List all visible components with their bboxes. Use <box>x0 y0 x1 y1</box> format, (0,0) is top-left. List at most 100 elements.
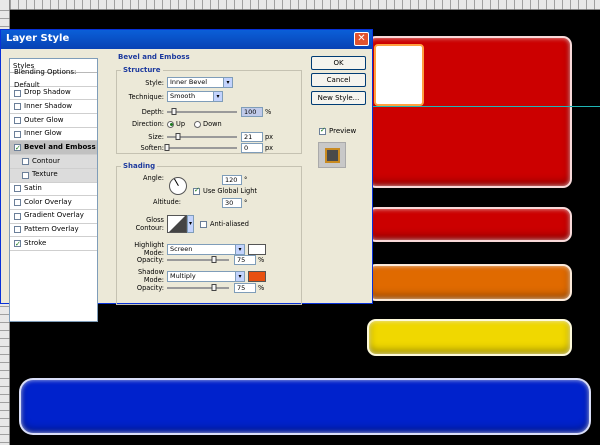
global-light-checkbox[interactable]: Use Global Light <box>193 186 257 195</box>
styles-list-item-label: Contour <box>32 156 60 165</box>
styles-list-item[interactable]: Inner Shadow <box>10 100 97 115</box>
white-square-shape <box>374 44 424 106</box>
highlight-opacity-label: Opacity: <box>136 256 164 264</box>
gloss-contour-label: Gloss Contour: <box>135 216 164 232</box>
panel-title: Bevel and Emboss <box>118 53 190 61</box>
structure-title: Structure <box>121 66 163 74</box>
shadow-opacity-input[interactable]: 75 <box>234 283 256 293</box>
chevron-down-icon: ▾ <box>223 78 232 87</box>
direction-up-radio[interactable]: Up <box>167 120 185 128</box>
angle-dial[interactable] <box>169 177 187 195</box>
styles-list-item-label: Pattern Overlay <box>24 225 79 234</box>
size-slider[interactable] <box>167 133 237 140</box>
highlight-opacity-knob[interactable] <box>211 256 216 263</box>
shadow-opacity-knob[interactable] <box>211 284 216 291</box>
highlight-opacity-input[interactable]: 75 <box>234 255 256 265</box>
size-unit: px <box>265 133 274 141</box>
style-preview-thumbnail <box>318 142 346 168</box>
technique-select[interactable]: Smooth ▾ <box>167 91 223 102</box>
highlight-opacity-slider[interactable] <box>167 256 229 263</box>
gloss-contour-picker[interactable] <box>167 215 187 233</box>
checkbox-icon[interactable] <box>22 157 29 165</box>
styles-list-item[interactable]: Inner Glow <box>10 128 97 142</box>
styles-list-item-label: Satin <box>24 184 42 192</box>
depth-slider-knob[interactable] <box>171 108 177 115</box>
styles-list-item-label: Gradient Overlay <box>24 211 84 220</box>
shadow-opacity-slider[interactable] <box>167 284 229 291</box>
highlight-color-swatch[interactable] <box>248 243 266 255</box>
styles-list-item-label: Outer Glow <box>24 115 64 124</box>
altitude-input[interactable]: 30 <box>222 198 242 208</box>
shading-group: Shading Angle: 120 ° Use Global Light A <box>116 162 302 305</box>
styles-list-item-label: Texture <box>32 170 58 179</box>
styles-list-item[interactable]: Bevel and Emboss <box>10 141 97 156</box>
styles-list-item[interactable]: Texture <box>10 168 97 183</box>
radio-off-icon <box>194 120 202 128</box>
styles-list-item[interactable]: Outer Glow <box>10 114 97 128</box>
styles-list-item[interactable]: Color Overlay <box>10 196 97 210</box>
shadow-mode-select[interactable]: Multiply ▾ <box>167 270 245 282</box>
document-canvas[interactable]: Layer Style ✕ Styles Blending Options: D… <box>0 0 600 445</box>
styles-list-item[interactable]: Satin <box>10 183 97 197</box>
soften-slider-knob[interactable] <box>164 144 170 151</box>
ok-button[interactable]: OK <box>311 56 366 70</box>
direction-down-radio[interactable]: Down <box>194 120 222 128</box>
styles-list-item-label: Stroke <box>24 238 47 247</box>
technique-label: Technique: <box>128 92 164 101</box>
chevron-down-icon: ▾ <box>235 271 244 281</box>
styles-list: Styles Blending Options: Default Drop Sha… <box>9 58 98 322</box>
depth-slider[interactable] <box>167 108 237 115</box>
horizontal-ruler[interactable] <box>0 0 600 10</box>
checkbox-icon[interactable] <box>14 226 21 234</box>
checkbox-icon[interactable] <box>14 130 21 138</box>
checkbox-icon[interactable] <box>14 89 21 97</box>
soften-input[interactable]: 0 <box>241 143 263 153</box>
chevron-down-icon: ▾ <box>235 244 244 254</box>
checkbox-icon[interactable] <box>22 171 29 179</box>
size-slider-knob[interactable] <box>175 133 180 140</box>
checkbox-icon[interactable] <box>14 238 21 252</box>
shadow-opacity-unit: % <box>258 284 265 292</box>
checkbox-icon[interactable] <box>14 185 21 193</box>
style-select[interactable]: Inner Bevel ▾ <box>167 77 233 88</box>
depth-input[interactable]: 100 <box>241 107 263 117</box>
checkbox-icon <box>193 186 200 195</box>
shadow-color-swatch[interactable] <box>248 270 266 282</box>
close-icon[interactable]: ✕ <box>354 32 369 46</box>
size-label: Size: <box>148 133 164 141</box>
styles-list-item[interactable]: Pattern Overlay <box>10 224 97 238</box>
anti-aliased-checkbox[interactable]: Anti-aliased <box>200 220 249 228</box>
angle-input[interactable]: 120 <box>222 175 242 185</box>
soften-label: Soften: <box>140 144 164 152</box>
dialog-titlebar[interactable]: Layer Style ✕ <box>1 30 372 49</box>
radio-on-icon <box>167 120 174 128</box>
preview-checkbox[interactable]: Preview <box>319 126 356 135</box>
layer-style-dialog: Layer Style ✕ Styles Blending Options: D… <box>0 29 373 322</box>
checkbox-icon[interactable] <box>14 199 21 207</box>
blue-bar-shape <box>19 378 591 435</box>
checkbox-icon[interactable] <box>14 212 21 220</box>
checkbox-icon <box>319 126 326 135</box>
highlight-opacity-unit: % <box>258 256 265 264</box>
checkbox-icon[interactable] <box>14 116 21 124</box>
altitude-unit: ° <box>244 199 248 207</box>
checkbox-icon[interactable] <box>14 103 21 111</box>
soften-slider[interactable] <box>164 144 237 151</box>
styles-list-item[interactable]: Stroke <box>10 237 97 252</box>
checkbox-icon[interactable] <box>14 142 21 156</box>
style-label: Style: <box>145 78 164 87</box>
angle-label: Angle: <box>143 174 164 182</box>
chevron-down-icon: ▾ <box>213 92 222 101</box>
size-input[interactable]: 21 <box>241 132 263 142</box>
cancel-button[interactable]: Cancel <box>311 73 366 87</box>
guide-line[interactable] <box>370 106 600 107</box>
shadow-mode-label: Shadow Mode: <box>137 268 164 284</box>
styles-list-item-label: Inner Shadow <box>24 101 72 110</box>
new-style-button[interactable]: New Style... <box>311 91 366 105</box>
styles-list-item[interactable]: Gradient Overlay <box>10 210 97 224</box>
styles-list-item-label: Inner Glow <box>24 129 62 138</box>
contour-dropdown[interactable]: ▾ <box>187 215 194 233</box>
styles-list-item[interactable]: Contour <box>10 155 97 169</box>
highlight-mode-select[interactable]: Screen ▾ <box>167 243 245 255</box>
styles-list-item[interactable]: Blending Options: Default <box>10 68 97 89</box>
